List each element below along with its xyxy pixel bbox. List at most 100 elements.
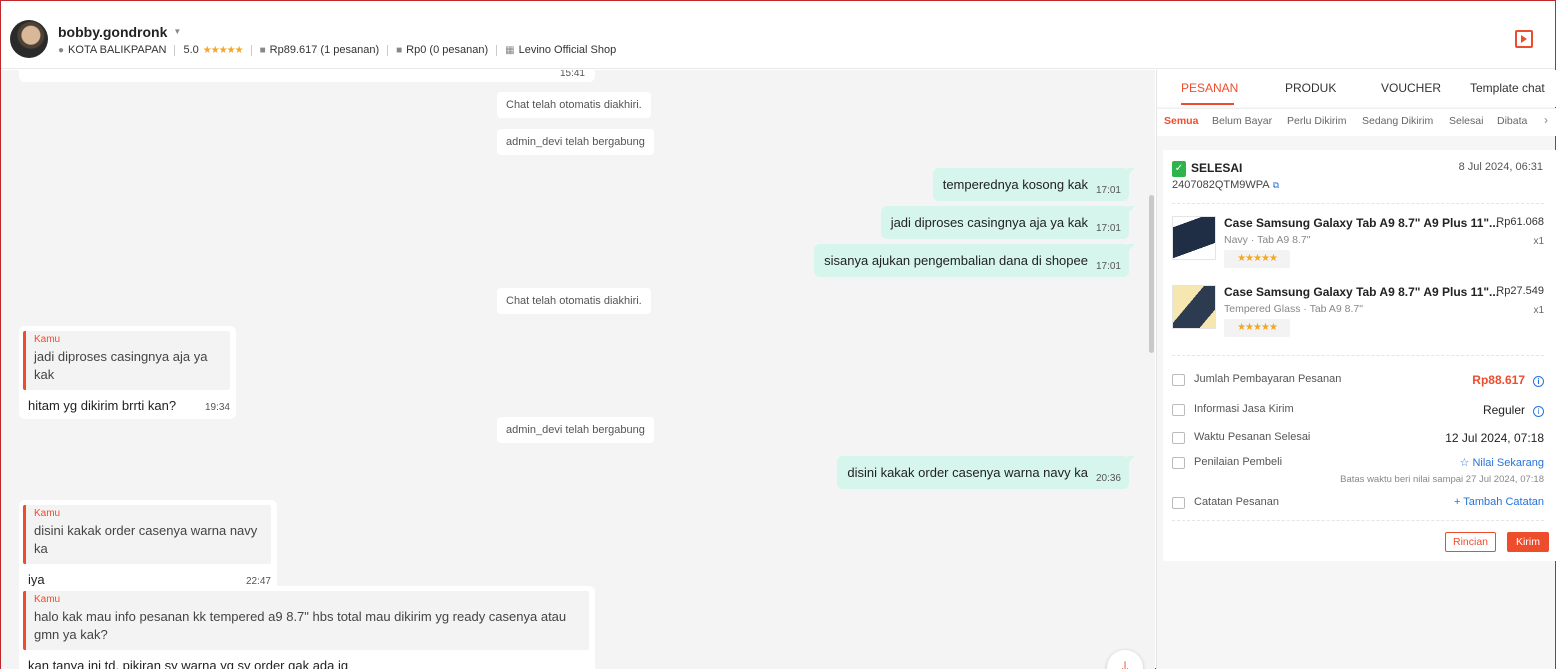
quote-text: jadi diproses casingnya aja ya kak bbox=[34, 349, 208, 382]
shop-name: Levino Official Shop bbox=[518, 44, 617, 56]
subtab-perlu-dikirim[interactable]: Perlu Dikirim bbox=[1287, 115, 1347, 127]
message-bubble-outgoing: jadi diproses casingnya aja ya kak 17:01 bbox=[880, 206, 1136, 239]
payment-icon bbox=[1172, 374, 1185, 386]
shop-icon: ▦ bbox=[505, 44, 515, 56]
message-text: sisanya ajukan pengembalian dana di shop… bbox=[824, 253, 1088, 268]
info-icon[interactable]: i bbox=[1533, 406, 1544, 417]
system-message: Chat telah otomatis diakhiri. bbox=[497, 288, 651, 314]
calendar-icon bbox=[1172, 432, 1185, 444]
message-bubble-incoming: Kamu halo kak mau info pesanan kk temper… bbox=[19, 586, 595, 669]
subtab-semua[interactable]: Semua bbox=[1164, 115, 1198, 127]
message-bubble-incoming: Kamu disini kakak order casenya warna na… bbox=[19, 500, 277, 593]
chat-conversation[interactable]: 15:41 Chat telah otomatis diakhiri. admi… bbox=[1, 70, 1155, 669]
chat-header: bobby.gondronk ▼ ● KOTA BALIKPAPAN 5.0 ★★… bbox=[1, 1, 1555, 69]
panel-tabs: PESANAN PRODUK VOUCHER Template chat bbox=[1157, 70, 1556, 107]
chevron-down-icon[interactable]: ▼ bbox=[173, 27, 181, 36]
message-text: temperednya kosong kak bbox=[942, 177, 1088, 192]
message-bubble-outgoing: sisanya ajukan pengembalian dana di shop… bbox=[814, 244, 1135, 277]
product-price: Rp61.068 bbox=[1496, 216, 1544, 228]
message-time: 15:41 bbox=[559, 70, 585, 79]
message-time: 19:34 bbox=[204, 402, 230, 413]
completed-order-icon: ■ bbox=[259, 44, 266, 56]
send-order-button[interactable]: Kirim bbox=[1507, 532, 1549, 552]
review-icon bbox=[1172, 457, 1185, 469]
subtab-selesai[interactable]: Selesai bbox=[1449, 115, 1483, 127]
pending-orders: Rp0 (0 pesanan) bbox=[406, 44, 489, 56]
order-date: 8 Jul 2024, 06:31 bbox=[1458, 161, 1543, 173]
buyer-location: KOTA BALIKPAPAN bbox=[68, 44, 167, 56]
truck-icon bbox=[1172, 404, 1185, 416]
payment-row: Jumlah Pembayaran Pesanan Rp88.617 i bbox=[1172, 372, 1544, 392]
tab-voucher[interactable]: VOUCHER bbox=[1381, 81, 1441, 95]
copy-icon[interactable]: ⧉ bbox=[1273, 180, 1279, 190]
product-thumbnail bbox=[1172, 216, 1216, 260]
completed-time-value: 12 Jul 2024, 07:18 bbox=[1445, 431, 1544, 445]
subtab-dibatalkan[interactable]: Dibata bbox=[1497, 115, 1530, 127]
quoted-reply[interactable]: Kamu jadi diproses casingnya aja ya kak bbox=[23, 331, 230, 390]
message-text: hitam yg dikirim brrti kan? bbox=[28, 398, 177, 413]
product-rating-stars-icon: ★★★★★ bbox=[1224, 319, 1290, 337]
order-product[interactable]: Case Samsung Galaxy Tab A9 8.7" A9 Plus … bbox=[1172, 216, 1544, 276]
message-text: iya bbox=[28, 572, 45, 587]
active-tab-indicator bbox=[1181, 103, 1234, 105]
username-text: bobby.gondronk bbox=[58, 24, 168, 40]
payment-label: Jumlah Pembayaran Pesanan bbox=[1194, 373, 1342, 385]
product-qty: x1 bbox=[1533, 236, 1544, 247]
scroll-down-icon[interactable]: ⤓ bbox=[1107, 650, 1143, 669]
message-time: 17:01 bbox=[1095, 261, 1121, 272]
order-status: SELESAI bbox=[1191, 161, 1243, 175]
scrollbar[interactable] bbox=[1149, 195, 1154, 353]
buyer-rating: 5.0 bbox=[183, 44, 199, 56]
product-name: Case Samsung Galaxy Tab A9 8.7" A9 Plus … bbox=[1224, 285, 1500, 299]
message-time: 20:36 bbox=[1095, 473, 1121, 484]
shipping-value: Reguler bbox=[1482, 403, 1525, 417]
quote-author: Kamu bbox=[34, 508, 61, 519]
buyer-meta: ● KOTA BALIKPAPAN 5.0 ★★★★★ ■ Rp89.617 (… bbox=[58, 44, 616, 56]
avatar[interactable] bbox=[10, 20, 48, 58]
quoted-reply[interactable]: Kamu disini kakak order casenya warna na… bbox=[23, 505, 271, 564]
order-status-filter: Semua Belum Bayar Perlu Dikirim Sedang D… bbox=[1157, 108, 1556, 136]
quoted-reply[interactable]: Kamu halo kak mau info pesanan kk temper… bbox=[23, 591, 589, 650]
order-product[interactable]: Case Samsung Galaxy Tab A9 8.7" A9 Plus … bbox=[1172, 285, 1544, 345]
order-card: ✓ SELESAI 8 Jul 2024, 06:31 2407082QTM9W… bbox=[1163, 150, 1556, 561]
tab-template-chat[interactable]: Template chat bbox=[1470, 81, 1545, 95]
subtab-sedang-dikirim[interactable]: Sedang Dikirim bbox=[1362, 115, 1433, 127]
username[interactable]: bobby.gondronk ▼ bbox=[58, 24, 181, 40]
message-time: 17:01 bbox=[1095, 223, 1121, 234]
order-id: 2407082QTM9WPA ⧉ bbox=[1172, 179, 1280, 191]
add-note-link[interactable]: + Tambah Catatan bbox=[1454, 496, 1544, 508]
quote-author: Kamu bbox=[34, 594, 61, 605]
chevron-right-icon[interactable]: › bbox=[1544, 113, 1548, 127]
message-bubble-incoming: 15:41 bbox=[19, 70, 595, 82]
product-rating-stars-icon: ★★★★★ bbox=[1224, 250, 1290, 268]
product-variant: Tempered Glass · Tab A9 8.7" bbox=[1224, 303, 1363, 315]
system-message: admin_devi telah bergabung bbox=[497, 129, 654, 155]
note-icon bbox=[1172, 497, 1185, 509]
tab-produk[interactable]: PRODUK bbox=[1285, 81, 1336, 95]
subtab-belum-bayar[interactable]: Belum Bayar bbox=[1212, 115, 1272, 127]
message-time: 17:01 bbox=[1095, 185, 1121, 196]
shipping-row: Informasi Jasa Kirim Reguler i bbox=[1172, 402, 1544, 422]
exit-chat-icon[interactable] bbox=[1515, 30, 1533, 48]
order-panel: PESANAN PRODUK VOUCHER Template chat Sem… bbox=[1156, 70, 1556, 669]
completed-orders: Rp89.617 (1 pesanan) bbox=[269, 44, 380, 56]
tab-pesanan[interactable]: PESANAN bbox=[1181, 81, 1238, 95]
info-icon[interactable]: i bbox=[1533, 376, 1544, 387]
rate-now-link[interactable]: ☆ Nilai Sekarang bbox=[1460, 456, 1544, 469]
completed-time-row: Waktu Pesanan Selesai 12 Jul 2024, 07:18 bbox=[1172, 430, 1544, 450]
product-qty: x1 bbox=[1533, 305, 1544, 316]
review-deadline: Batas waktu beri nilai sampai 27 Jul 202… bbox=[1340, 474, 1544, 485]
message-bubble-outgoing: temperednya kosong kak 17:01 bbox=[932, 168, 1136, 201]
message-text: disini kakak order casenya warna navy ka bbox=[847, 465, 1088, 480]
note-row: Catatan Pesanan + Tambah Catatan bbox=[1172, 495, 1544, 515]
shipping-label: Informasi Jasa Kirim bbox=[1194, 403, 1294, 415]
order-detail-button[interactable]: Rincian bbox=[1445, 532, 1496, 552]
system-message: Chat telah otomatis diakhiri. bbox=[497, 92, 651, 118]
quote-author: Kamu bbox=[34, 334, 61, 345]
message-bubble-incoming: Kamu jadi diproses casingnya aja ya kak … bbox=[19, 326, 236, 419]
location-pin-icon: ● bbox=[58, 44, 65, 56]
system-message: admin_devi telah bergabung bbox=[497, 417, 654, 443]
completed-time-label: Waktu Pesanan Selesai bbox=[1194, 431, 1311, 443]
product-thumbnail bbox=[1172, 285, 1216, 329]
message-text: kan tanya ini td, pikiran sy warna yg sy… bbox=[28, 658, 349, 669]
